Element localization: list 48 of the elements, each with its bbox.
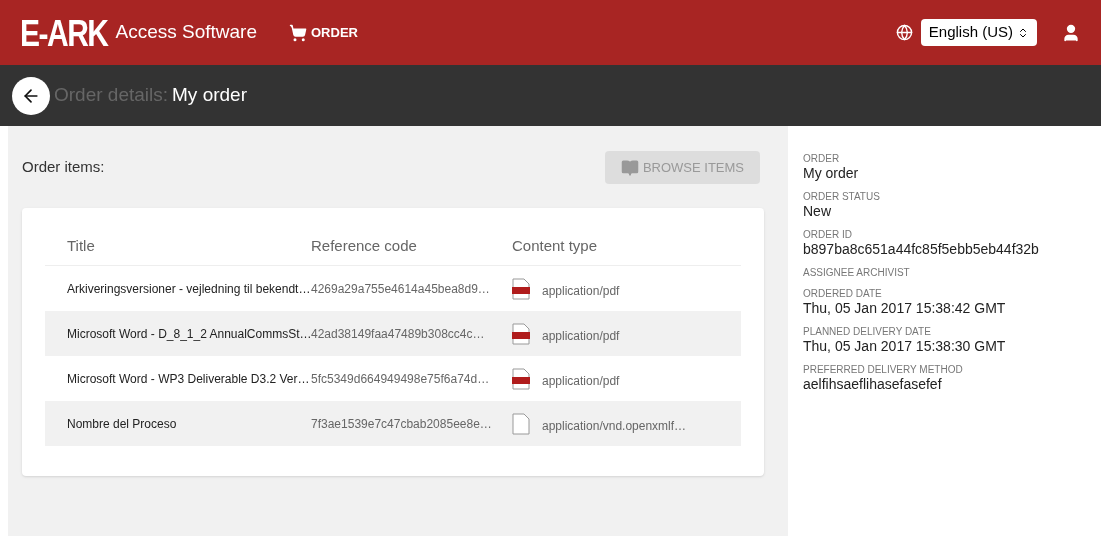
language-select[interactable]: English (US) [920,19,1037,46]
column-header: Title [66,236,96,257]
column-header: Reference code [311,236,418,257]
column-header: Content type [512,236,598,257]
detail-label: PREFERRED DELIVERY METHOD [803,364,964,376]
table-row[interactable]: Nombre del Proceso 7f3ae1539e7c47cbab2085ee8e… application/vnd.openxmlf… [45,401,741,446]
table-row[interactable]: Microsoft Word - WP3 Deliverable D3.2 Ver…5fc5349d664949498e75f6a74d… application/pdf [45,356,741,401]
cart-icon [289,23,307,42]
detail-label: ORDERED DATE [803,288,883,300]
detail-value: aelfihsaeflihasefasefef [803,376,943,393]
detail-value: My order [803,165,860,182]
section-label: Order items: [22,157,105,178]
back-button[interactable] [12,76,50,115]
detail-value: New [803,203,832,220]
table-cell-text: application/vnd.openxmlf… [542,417,687,435]
table-cell-text: 5fc5349d664949498e75f6a74d… [311,370,491,388]
table-cell-text: 4269a29a755e4614a45bea8d9… [311,280,491,298]
table-row[interactable]: Arkiveringsversioner - vejledning til bekendt…4269a29a755e4614a45bea8d9… application/pdf [45,266,741,311]
table-cell-text: 7f3ae1539e7c47cbab2085ee8e… [311,415,493,433]
table-cell-text: Arkiveringsversioner - vejledning til bekendt… [66,280,311,298]
up-down-arrows-icon [1017,26,1029,39]
table-cell-text: application/pdf [542,327,620,345]
table-cell-text: Nombre del Proceso [66,415,178,433]
detail-label: ORDER STATUS [803,191,881,203]
book-icon [620,158,639,177]
table-cell-text: application/pdf [542,282,620,300]
detail-label: ORDER [803,153,841,165]
detail-value: b897ba8c651a44fc85f5ebb5eb44f32b [803,241,1040,258]
table-cell-text: Microsoft Word - WP3 Deliverable D3.2 Ver… [66,370,311,388]
file-icon [512,412,530,435]
table-row[interactable]: Microsoft Word - D_8_1_2 AnnualCommsSt…42ad38149faa47489b308cc4c… application/pdf [45,311,741,356]
table-cell-text: 42ad38149faa47489b308cc4c… [311,325,486,343]
detail-label: PLANNED DELIVERY DATE [803,326,932,338]
table-cell-text: Microsoft Word - D_8_1_2 AnnualCommsSt… [66,325,311,343]
detail-label: ASSIGNEE ARCHIVIST [803,267,911,279]
nav-link[interactable]: ORDER [289,22,358,43]
logo[interactable]: E-ARK [20,13,108,52]
app-name: Access Software [115,20,257,45]
detail-value: Thu, 05 Jan 2017 15:38:30 GMT [803,338,1007,355]
user-icon[interactable] [1061,22,1081,43]
pdf-file-icon [512,322,530,345]
table-cell-text: application/pdf [542,372,620,390]
globe-icon [895,24,913,41]
page-title: My order [172,83,247,108]
detail-value: Thu, 05 Jan 2017 15:38:42 GMT [803,300,1007,317]
pdf-file-icon [512,367,530,390]
pdf-file-icon [512,277,530,300]
detail-label: ORDER ID [803,229,853,241]
